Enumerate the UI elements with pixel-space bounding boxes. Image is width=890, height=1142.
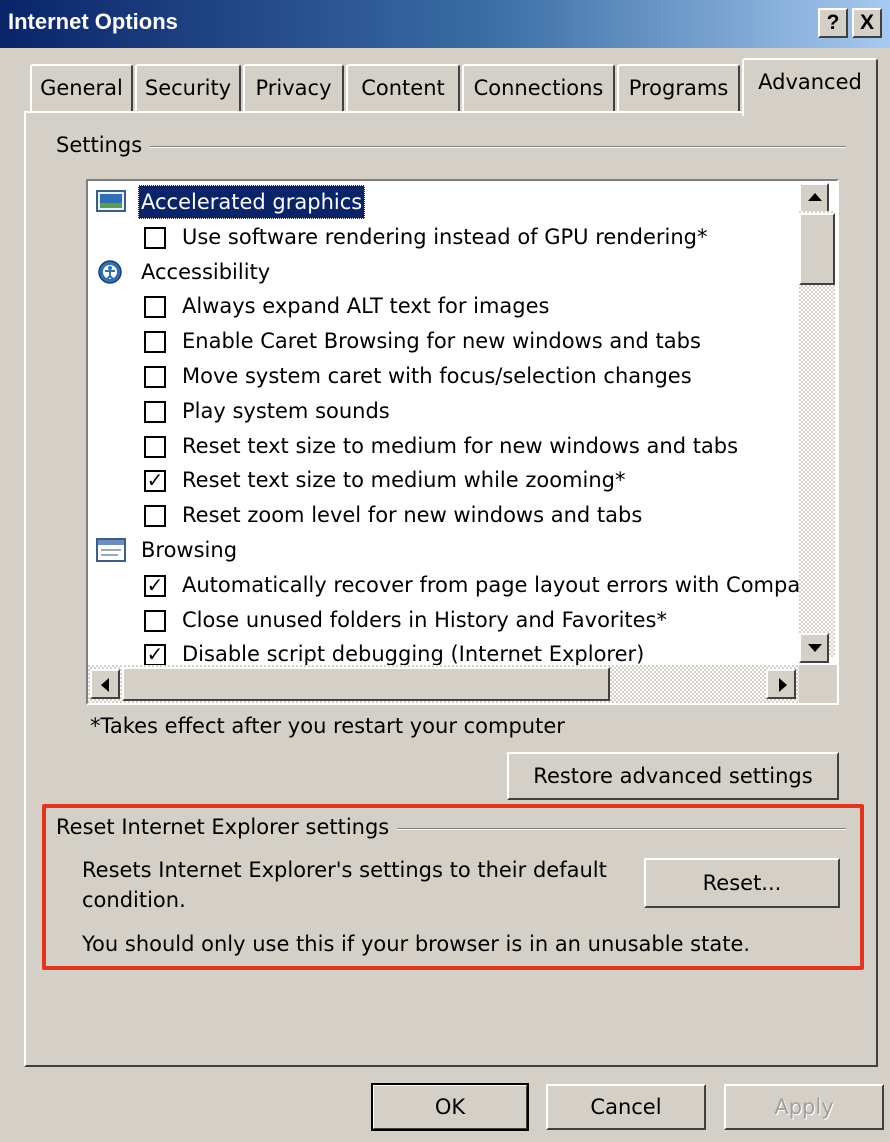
settings-category-label: Accessibility (141, 259, 271, 284)
checkbox-checked[interactable]: ✓ (144, 574, 166, 597)
settings-option-row[interactable]: Enable Caret Browsing for new windows an… (88, 324, 797, 358)
reset-button[interactable]: Reset... (644, 858, 840, 908)
settings-option-label: Always expand ALT text for images (182, 294, 550, 319)
browser-window-icon (96, 537, 126, 563)
settings-option-row[interactable]: ✓ Reset text size to medium while zooming… (88, 463, 797, 497)
ok-button[interactable]: OK (371, 1083, 529, 1131)
tab-general[interactable]: General (30, 64, 133, 112)
scrollbar-corner (799, 665, 837, 703)
checkbox-checked[interactable]: ✓ (144, 470, 166, 493)
apply-button[interactable]: Apply (724, 1084, 884, 1130)
settings-option-label: Reset text size to medium for new window… (182, 433, 739, 458)
settings-group-line (60, 146, 846, 148)
checkbox[interactable] (144, 400, 166, 423)
settings-option-row[interactable]: Use software rendering instead of GPU re… (88, 220, 797, 254)
restore-advanced-settings-button[interactable]: Restore advanced settings (507, 752, 839, 800)
settings-category-row[interactable]: Accelerated graphics (88, 185, 797, 219)
checkbox[interactable] (144, 331, 166, 354)
close-button[interactable]: X (852, 8, 882, 38)
settings-option-label: Reset zoom level for new windows and tab… (182, 503, 643, 528)
settings-option-label: Move system caret with focus/selection c… (182, 364, 692, 388)
settings-option-row[interactable]: Always expand ALT text for images (88, 289, 797, 323)
accessibility-icon (96, 259, 126, 285)
cancel-button[interactable]: Cancel (546, 1084, 706, 1130)
help-button[interactable]: ? (818, 8, 848, 38)
tab-connections[interactable]: Connections (462, 64, 615, 112)
arrow-left-icon (101, 678, 109, 692)
title-bar: Internet Options ? X (0, 0, 890, 48)
reset-group-label: Reset Internet Explorer settings (54, 815, 398, 839)
arrow-down-icon (808, 644, 822, 652)
scroll-down-button[interactable] (799, 633, 829, 663)
scroll-left-button[interactable] (90, 669, 120, 699)
settings-category-row[interactable]: Browsing (88, 533, 797, 567)
reset-warning-text: You should only use this if your browser… (82, 932, 751, 956)
settings-category-label: Browsing (141, 538, 238, 562)
horizontal-scroll-thumb[interactable] (122, 667, 610, 701)
vertical-scroll-thumb[interactable] (799, 213, 835, 285)
tab-security[interactable]: Security (135, 64, 241, 112)
restart-footnote: *Takes effect after you restart your com… (90, 714, 565, 738)
window-title: Internet Options (8, 9, 178, 34)
checkbox[interactable] (144, 296, 166, 319)
settings-option-label: Automatically recover from page layout e… (182, 572, 801, 597)
settings-group-label: Settings (54, 133, 151, 157)
settings-option-row[interactable]: Reset zoom level for new windows and tab… (88, 498, 797, 532)
reset-description-line1: Resets Internet Explorer's settings to t… (82, 858, 607, 882)
tab-content[interactable]: Content (346, 64, 460, 112)
checkbox[interactable] (144, 435, 166, 458)
settings-listbox[interactable]: Accelerated graphics Use software renderi… (86, 179, 839, 705)
settings-option-label: Use software rendering instead of GPU re… (182, 224, 708, 249)
tab-programs[interactable]: Programs (617, 64, 740, 112)
checkbox[interactable] (144, 226, 166, 249)
monitor-icon (96, 189, 126, 215)
tab-advanced[interactable]: Advanced (742, 58, 878, 116)
scroll-right-button[interactable] (766, 669, 796, 699)
settings-option-row[interactable]: Move system caret with focus/selection c… (88, 359, 797, 393)
checkbox[interactable] (144, 505, 166, 528)
tab-privacy[interactable]: Privacy (243, 64, 344, 112)
settings-option-label: Enable Caret Browsing for new windows an… (182, 329, 701, 354)
checkbox-checked[interactable]: ✓ (144, 644, 166, 667)
checkbox[interactable] (144, 609, 166, 632)
scroll-up-button[interactable] (799, 183, 829, 213)
settings-option-label: Reset text size to medium while zooming* (182, 468, 626, 493)
settings-option-row[interactable]: Reset text size to medium for new window… (88, 429, 797, 463)
checkbox[interactable] (144, 366, 166, 388)
settings-option-row[interactable]: ✓ Automatically recover from page layout … (88, 568, 801, 602)
arrow-right-icon (779, 678, 787, 692)
settings-category-label: Accelerated graphics (138, 185, 366, 219)
settings-option-row[interactable]: Play system sounds (88, 394, 797, 428)
settings-category-row[interactable]: Accessibility (88, 255, 797, 289)
settings-option-label: Close unused folders in History and Favo… (182, 607, 667, 632)
arrow-up-icon (808, 193, 822, 201)
reset-description-line2: condition. (82, 888, 186, 912)
settings-option-label: Play system sounds (182, 398, 390, 423)
settings-option-row[interactable]: Close unused folders in History and Favo… (88, 603, 797, 637)
